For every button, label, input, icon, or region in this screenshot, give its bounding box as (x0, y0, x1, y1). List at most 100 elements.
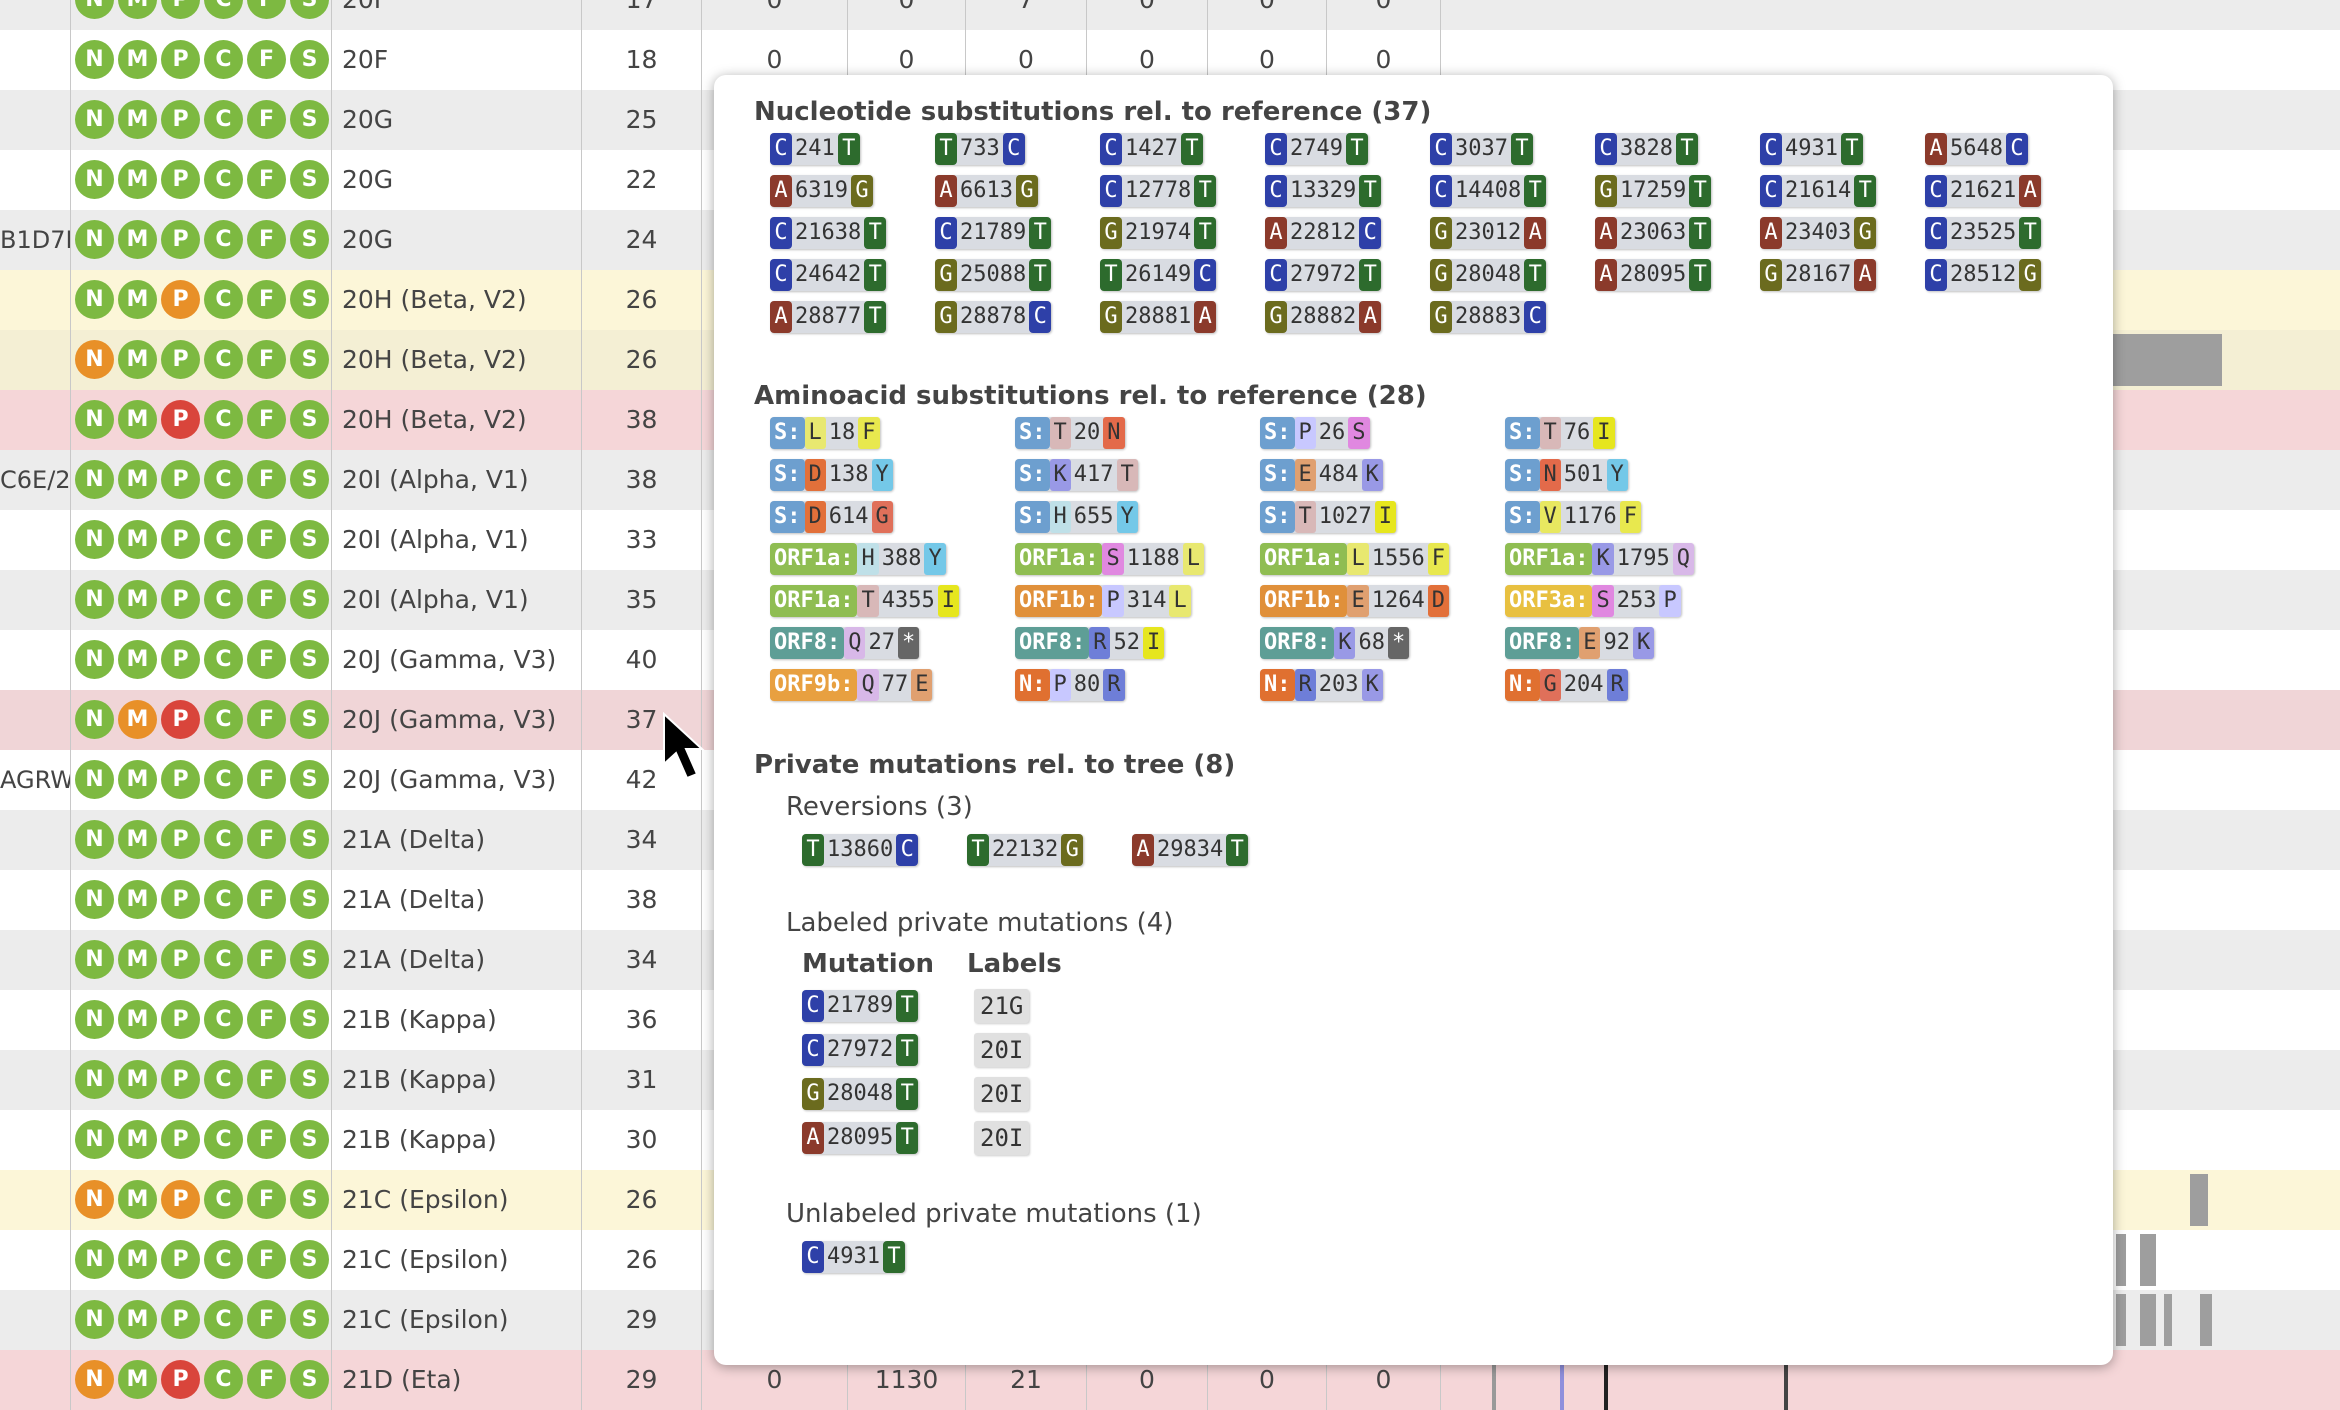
qc-badge-p[interactable]: P (161, 580, 200, 619)
qc-badge-m[interactable]: M (118, 1360, 157, 1399)
qc-badge-m[interactable]: M (118, 160, 157, 199)
qc-badge-f[interactable]: F (247, 820, 286, 859)
total-mutations-cell[interactable]: 26 (582, 330, 702, 390)
qc-badge-m[interactable]: M (118, 640, 157, 679)
qc-badge-c[interactable]: C (204, 520, 243, 559)
qc-badge-m[interactable]: M (118, 1000, 157, 1039)
qc-badge-c[interactable]: C (204, 880, 243, 919)
qc-badge-s[interactable]: S (290, 160, 329, 199)
qc-badge-c[interactable]: C (204, 1120, 243, 1159)
qc-badge-c[interactable]: C (204, 40, 243, 79)
qc-badge-c[interactable]: C (204, 1000, 243, 1039)
qc-badge-c[interactable]: C (204, 460, 243, 499)
total-mutations-cell[interactable]: 24 (582, 210, 702, 270)
qc-badge-p[interactable]: P (161, 1060, 200, 1099)
qc-badge-m[interactable]: M (118, 220, 157, 259)
qc-badge-n[interactable]: N (75, 1060, 114, 1099)
qc-badge-m[interactable]: M (118, 1060, 157, 1099)
qc-badge-n[interactable]: N (75, 520, 114, 559)
qc-badge-c[interactable]: C (204, 280, 243, 319)
qc-badge-s[interactable]: S (290, 220, 329, 259)
qc-badge-n[interactable]: N (75, 400, 114, 439)
qc-badge-s[interactable]: S (290, 1060, 329, 1099)
qc-badge-m[interactable]: M (118, 40, 157, 79)
qc-badge-p[interactable]: P (161, 1180, 200, 1219)
total-mutations-cell[interactable]: 26 (582, 1170, 702, 1230)
qc-badge-p[interactable]: P (161, 460, 200, 499)
qc-badge-n[interactable]: N (75, 1120, 114, 1159)
qc-badge-p[interactable]: P (161, 1300, 200, 1339)
qc-badge-m[interactable]: M (118, 580, 157, 619)
qc-badge-n[interactable]: N (75, 760, 114, 799)
qc-badge-p[interactable]: P (161, 520, 200, 559)
qc-badge-c[interactable]: C (204, 1060, 243, 1099)
total-mutations-cell[interactable]: 30 (582, 1110, 702, 1170)
qc-badge-p[interactable]: P (161, 340, 200, 379)
qc-badge-p[interactable]: P (161, 100, 200, 139)
qc-badge-f[interactable]: F (247, 100, 286, 139)
qc-badge-n[interactable]: N (75, 820, 114, 859)
qc-badge-c[interactable]: C (204, 820, 243, 859)
total-mutations-cell[interactable]: 29 (582, 1290, 702, 1350)
qc-badge-m[interactable]: M (118, 100, 157, 139)
qc-badge-p[interactable]: P (161, 220, 200, 259)
qc-badge-m[interactable]: M (118, 820, 157, 859)
qc-badge-f[interactable]: F (247, 1060, 286, 1099)
qc-badge-m[interactable]: M (118, 0, 157, 19)
qc-badge-s[interactable]: S (290, 760, 329, 799)
qc-badge-m[interactable]: M (118, 1240, 157, 1279)
total-mutations-cell[interactable]: 22 (582, 150, 702, 210)
qc-badge-f[interactable]: F (247, 760, 286, 799)
qc-badge-m[interactable]: M (118, 400, 157, 439)
qc-badge-p[interactable]: P (161, 700, 200, 739)
qc-badge-s[interactable]: S (290, 100, 329, 139)
qc-badge-n[interactable]: N (75, 640, 114, 679)
qc-badge-s[interactable]: S (290, 1180, 329, 1219)
total-mutations-cell[interactable]: 38 (582, 870, 702, 930)
qc-badge-s[interactable]: S (290, 0, 329, 19)
qc-badge-s[interactable]: S (290, 640, 329, 679)
qc-badge-p[interactable]: P (161, 640, 200, 679)
qc-badge-p[interactable]: P (161, 1360, 200, 1399)
qc-badge-c[interactable]: C (204, 700, 243, 739)
qc-badge-s[interactable]: S (290, 520, 329, 559)
qc-badge-s[interactable]: S (290, 1120, 329, 1159)
qc-badge-c[interactable]: C (204, 580, 243, 619)
qc-badge-c[interactable]: C (204, 1360, 243, 1399)
qc-badge-n[interactable]: N (75, 460, 114, 499)
qc-badge-s[interactable]: S (290, 700, 329, 739)
qc-badge-f[interactable]: F (247, 160, 286, 199)
total-mutations-cell[interactable]: 31 (582, 1050, 702, 1110)
qc-badge-m[interactable]: M (118, 760, 157, 799)
qc-badge-p[interactable]: P (161, 40, 200, 79)
qc-badge-f[interactable]: F (247, 40, 286, 79)
qc-badge-m[interactable]: M (118, 880, 157, 919)
qc-badge-f[interactable]: F (247, 940, 286, 979)
qc-badge-s[interactable]: S (290, 40, 329, 79)
qc-badge-c[interactable]: C (204, 220, 243, 259)
qc-badge-c[interactable]: C (204, 340, 243, 379)
qc-badge-c[interactable]: C (204, 1240, 243, 1279)
qc-badge-f[interactable]: F (247, 1360, 286, 1399)
qc-badge-m[interactable]: M (118, 280, 157, 319)
qc-badge-p[interactable]: P (161, 880, 200, 919)
qc-badge-n[interactable]: N (75, 340, 114, 379)
qc-badge-f[interactable]: F (247, 220, 286, 259)
qc-badge-n[interactable]: N (75, 940, 114, 979)
qc-badge-p[interactable]: P (161, 940, 200, 979)
qc-badge-p[interactable]: P (161, 0, 200, 19)
qc-badge-s[interactable]: S (290, 580, 329, 619)
qc-badge-c[interactable]: C (204, 1300, 243, 1339)
qc-badge-f[interactable]: F (247, 340, 286, 379)
qc-badge-m[interactable]: M (118, 460, 157, 499)
qc-badge-m[interactable]: M (118, 340, 157, 379)
qc-badge-n[interactable]: N (75, 100, 114, 139)
qc-badge-f[interactable]: F (247, 280, 286, 319)
qc-badge-c[interactable]: C (204, 1180, 243, 1219)
qc-badge-s[interactable]: S (290, 1300, 329, 1339)
qc-badge-f[interactable]: F (247, 580, 286, 619)
qc-badge-s[interactable]: S (290, 1240, 329, 1279)
qc-badge-n[interactable]: N (75, 1300, 114, 1339)
qc-badge-m[interactable]: M (118, 520, 157, 559)
qc-badge-n[interactable]: N (75, 280, 114, 319)
